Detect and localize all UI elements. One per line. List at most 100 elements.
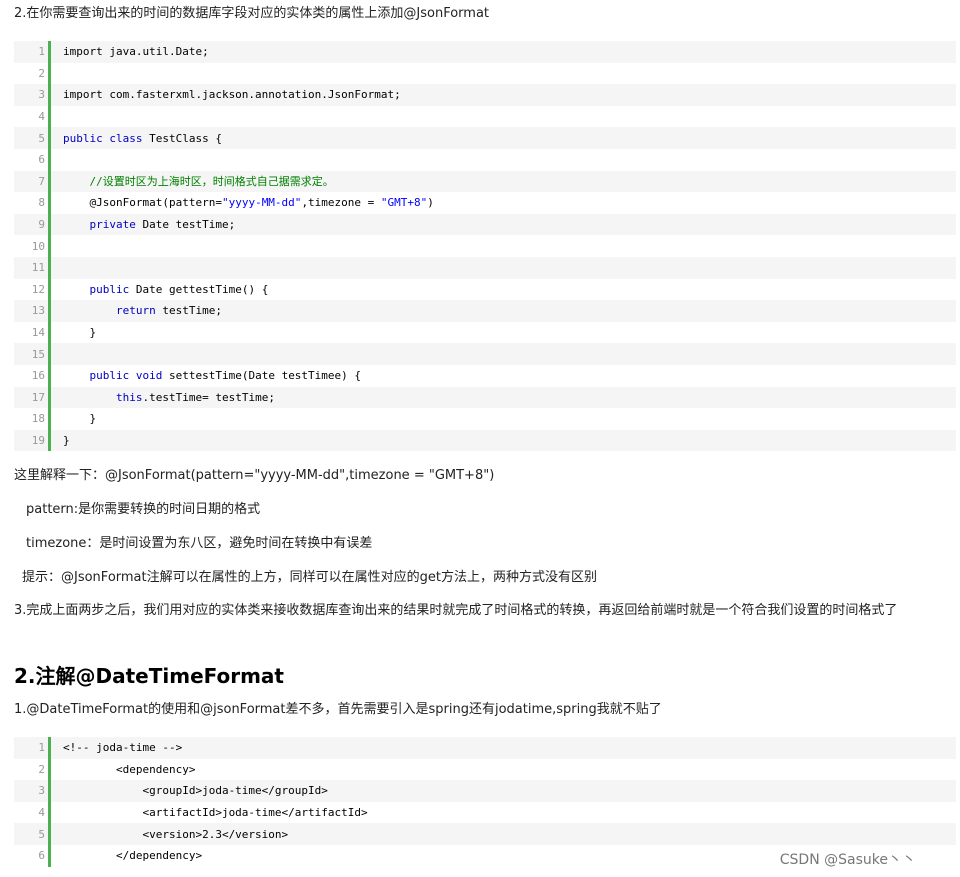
code-block-joda: 1 <!-- joda-time --> 2 <dependency> 3 <grou…	[14, 737, 956, 867]
line-number: 1	[38, 45, 45, 59]
line-number: 12	[31, 282, 45, 296]
gutter-bar	[48, 148, 51, 171]
code-token: public void	[89, 369, 163, 383]
code-token: .testTime= testTime;	[142, 390, 275, 404]
code-token: <!-- joda-time -->	[63, 741, 183, 755]
code-token: public	[89, 282, 130, 296]
code-token: <dependency>	[63, 762, 196, 776]
pattern-note: pattern:是你需要转换的时间日期的格式	[26, 502, 261, 517]
step1-dtf-text: 1.@DateTimeFormat的使用和@jsonFormat差不多，首先需要…	[14, 702, 662, 717]
gutter-bar	[48, 105, 51, 128]
code-line: 10	[14, 235, 956, 257]
code-line: 9 private Date testTime;	[14, 213, 956, 236]
code-line: 5 public class TestClass {	[14, 127, 956, 149]
line-number: 13	[31, 304, 45, 318]
code-text: <version>2.3</version>	[51, 828, 288, 841]
code-token: ,timezone =	[301, 196, 381, 210]
gutter-bar	[48, 235, 51, 257]
line-number: 11	[31, 261, 45, 275]
code-line: 15	[14, 343, 956, 365]
code-token: private	[89, 218, 136, 232]
code-text: }	[51, 434, 70, 447]
code-line: 14 }	[14, 321, 956, 344]
line-number: 6	[38, 153, 45, 167]
line-number: 5	[38, 827, 45, 841]
code-line: 7 //设置时区为上海时区，时间格式自己据需求定。	[14, 170, 956, 193]
line-number: 19	[31, 433, 45, 447]
code-text: public class TestClass {	[51, 132, 222, 145]
code-text: </dependency>	[51, 849, 202, 862]
line-number: 15	[31, 347, 45, 361]
line-number: 2	[38, 66, 45, 80]
code-line: 5 <version>2.3</version>	[14, 823, 956, 845]
line-number: 4	[38, 110, 45, 124]
line-number: 4	[38, 806, 45, 820]
line-number: 17	[31, 390, 45, 404]
code-text: this.testTime= testTime;	[51, 391, 275, 404]
line-number: 3	[38, 88, 45, 102]
code-line: 3 import com.fasterxml.jackson.annotation…	[14, 84, 956, 106]
code-token: import com.fasterxml.jackson.annotation.…	[63, 88, 401, 102]
code-token: <artifactId>joda-time</artifactId>	[63, 806, 368, 820]
code-line: 1 import java.util.Date;	[14, 41, 956, 63]
line-number: 1	[38, 741, 45, 755]
code-text: <groupId>joda-time</groupId>	[51, 784, 328, 798]
code-token: testTime;	[155, 304, 222, 318]
code-line: 16 public void settestTime(Date testTime…	[14, 364, 956, 387]
code-token: Date testTime;	[135, 218, 236, 232]
gutter-bar	[48, 256, 51, 279]
line-number: 10	[31, 239, 45, 253]
code-text: //设置时区为上海时区，时间格式自己据需求定。	[51, 173, 334, 189]
code-text: <artifactId>joda-time</artifactId>	[51, 806, 368, 820]
code-token: <groupId>joda-time</groupId>	[63, 784, 328, 798]
line-number: 8	[38, 196, 45, 210]
code-line: 6	[14, 148, 956, 171]
line-number: 9	[38, 218, 45, 232]
code-token: settestTime(Date testTimee) {	[162, 369, 362, 383]
code-token: Date gettestTime() {	[129, 282, 269, 296]
code-line: 11	[14, 256, 956, 279]
line-number: 16	[31, 369, 45, 383]
code-token: import java.util.Date;	[63, 45, 209, 59]
code-text: import com.fasterxml.jackson.annotation.…	[51, 88, 401, 101]
code-line: 2	[14, 62, 956, 85]
line-number: 6	[38, 849, 45, 863]
timezone-note: timezone：是时间设置为东八区，避免时间在转换中有误差	[26, 536, 373, 551]
code-text: return testTime;	[51, 304, 222, 317]
code-token: //设置时区为上海时区，时间格式自己据需求定。	[89, 175, 334, 189]
step3-text: 3.完成上面两步之后，我们用对应的实体类来接收数据库查询出来的结果时就完成了时间…	[14, 603, 898, 618]
intro-text: 2.在你需要查询出来的时间的数据库字段对应的实体类的属性上添加@JsonForm…	[14, 6, 490, 21]
code-token: this	[115, 390, 143, 404]
line-number: 18	[31, 412, 45, 426]
code-line: 8 @JsonFormat(pattern="yyyy-MM-dd",timez…	[14, 192, 956, 214]
code-line: 17 this.testTime= testTime;	[14, 386, 956, 409]
code-token: <version>2.3</version>	[63, 827, 289, 841]
code-text: public Date gettestTime() {	[51, 282, 269, 296]
line-number: 3	[38, 784, 45, 798]
code-token: }	[63, 433, 70, 447]
code-line: 4 <artifactId>joda-time</artifactId>	[14, 801, 956, 824]
code-token: }	[63, 326, 97, 340]
line-number: 2	[38, 762, 45, 776]
code-text: }	[51, 326, 96, 339]
line-number: 14	[31, 326, 45, 340]
code-text: private Date testTime;	[51, 218, 236, 232]
code-token: </dependency>	[63, 849, 203, 863]
code-line: 13 return testTime;	[14, 300, 956, 322]
code-token: "GMT+8"	[380, 196, 428, 210]
explain-text: 这里解释一下：@JsonFormat(pattern="yyyy-MM-dd",…	[14, 468, 495, 483]
code-block-jsonformat: 1 import java.util.Date; 2 3 import com.fast…	[14, 41, 956, 452]
csdn-watermark: CSDN @Sasuke丶丶	[779, 852, 916, 868]
code-text: @JsonFormat(pattern="yyyy-MM-dd",timezon…	[51, 196, 433, 210]
code-text: import java.util.Date;	[51, 45, 209, 58]
code-line: 12 public Date gettestTime() {	[14, 278, 956, 301]
code-text: public void settestTime(Date testTimee) …	[51, 369, 362, 383]
code-text: }	[51, 412, 96, 425]
code-line: 3 <groupId>joda-time</groupId>	[14, 780, 956, 802]
